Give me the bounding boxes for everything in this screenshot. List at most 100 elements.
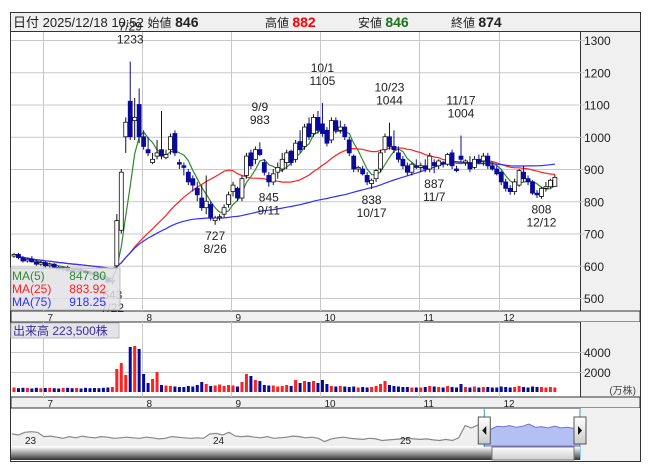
volume-bar — [334, 386, 338, 392]
volume-month-label: 9 — [236, 399, 242, 410]
candle-down — [360, 168, 366, 175]
candle-up — [369, 179, 375, 184]
candle-up — [25, 258, 30, 262]
candle-down — [324, 129, 330, 144]
candle-down — [306, 123, 312, 138]
volume-month-label: 10 — [325, 399, 337, 410]
candle-down — [181, 165, 187, 168]
volume-bar — [253, 380, 257, 392]
volume-bar — [428, 386, 432, 392]
navigator-handle-left[interactable] — [477, 416, 491, 445]
candle-down — [257, 149, 263, 155]
volume-bar — [101, 387, 105, 392]
candle-up — [221, 207, 227, 215]
candle-down — [208, 204, 214, 218]
ma5-value: 847.80 — [69, 269, 106, 283]
scrollbar-thumb[interactable] — [491, 446, 575, 461]
candle-down — [288, 150, 294, 163]
volume-bar — [343, 386, 347, 392]
annotation-price: 1044 — [376, 94, 403, 108]
volume-bar — [155, 372, 159, 392]
navigator-handle-right[interactable] — [573, 416, 587, 445]
volume-bar — [450, 387, 454, 392]
volume-bar — [137, 349, 141, 392]
candle-down — [498, 171, 504, 183]
annotation-price: 887 — [424, 177, 444, 191]
volume-bar — [182, 387, 186, 392]
ma25-label: MA(25) — [12, 282, 51, 296]
candle-up — [38, 262, 44, 265]
candle-down — [467, 162, 473, 170]
volume-bar — [30, 388, 34, 392]
volume-bar — [490, 387, 494, 392]
volume-bar — [267, 385, 271, 392]
volume-bar — [486, 387, 490, 392]
annotation-price: 838 — [362, 193, 382, 207]
candle-down — [476, 158, 482, 163]
ma25-value: 883.92 — [69, 282, 106, 296]
volume-bar — [110, 387, 114, 392]
candle-down — [342, 126, 348, 138]
volume-month-label: 8 — [147, 399, 153, 410]
volume-bar — [522, 387, 526, 392]
volume-bar — [432, 386, 436, 392]
volume-bar — [186, 386, 190, 392]
volume-bar — [25, 388, 29, 392]
candle-up — [543, 186, 549, 189]
volume-bar — [204, 384, 208, 392]
candle-down — [199, 197, 205, 209]
annotation-price: 845 — [259, 191, 279, 205]
candle-down — [266, 175, 272, 183]
volume-bar — [119, 363, 123, 392]
candle-up — [302, 126, 307, 147]
volume-month-label: 12 — [504, 399, 516, 410]
candle-up — [114, 220, 120, 267]
candle-down — [404, 165, 410, 173]
open-value: 846 — [175, 14, 199, 30]
ma75-value: 918.25 — [69, 295, 106, 309]
volume-bar — [495, 387, 499, 392]
candle-up — [552, 176, 558, 187]
candle-up — [203, 200, 209, 209]
candle-down — [489, 165, 495, 170]
price-tick-label: 700 — [584, 228, 604, 242]
volume-month-label: 11 — [424, 399, 435, 410]
annotation-date: 10/1 — [311, 61, 335, 75]
volume-bar — [106, 387, 110, 392]
candle-down — [190, 178, 196, 186]
annotation-price: 1004 — [448, 106, 475, 120]
candle-down — [364, 175, 370, 183]
volume-bar — [191, 386, 195, 392]
candle-down — [413, 165, 419, 168]
volume-bar — [227, 385, 231, 392]
volume-bar — [200, 382, 204, 392]
navigator-scrollbar[interactable] — [11, 446, 580, 461]
close-label: 終値 — [451, 15, 475, 30]
candle-up — [154, 152, 160, 157]
date-label: 日付 — [13, 15, 39, 30]
volume-bar — [61, 388, 65, 392]
volume-bar — [419, 387, 423, 392]
volume-bar — [168, 386, 172, 392]
candle-down — [172, 133, 178, 154]
candle-down — [315, 117, 321, 131]
candle-down — [449, 152, 455, 167]
candle-up — [132, 117, 138, 122]
volume-bar — [151, 379, 155, 392]
candle-up — [275, 166, 281, 173]
candle-up — [328, 120, 334, 141]
volume-bar — [414, 387, 418, 392]
candle-up — [516, 170, 522, 186]
candle-down — [248, 152, 254, 167]
volume-bar — [513, 387, 517, 392]
price-tick-label: 800 — [584, 195, 604, 209]
volume-bar — [316, 383, 320, 392]
volume-bar — [66, 387, 70, 392]
volume-bar — [553, 387, 557, 392]
annotation-date: 9/9 — [252, 100, 269, 114]
candle-down — [494, 168, 500, 175]
candle-down — [422, 165, 428, 170]
volume-bar — [262, 385, 266, 392]
volume-bar — [392, 386, 396, 392]
candle-down — [136, 104, 142, 138]
